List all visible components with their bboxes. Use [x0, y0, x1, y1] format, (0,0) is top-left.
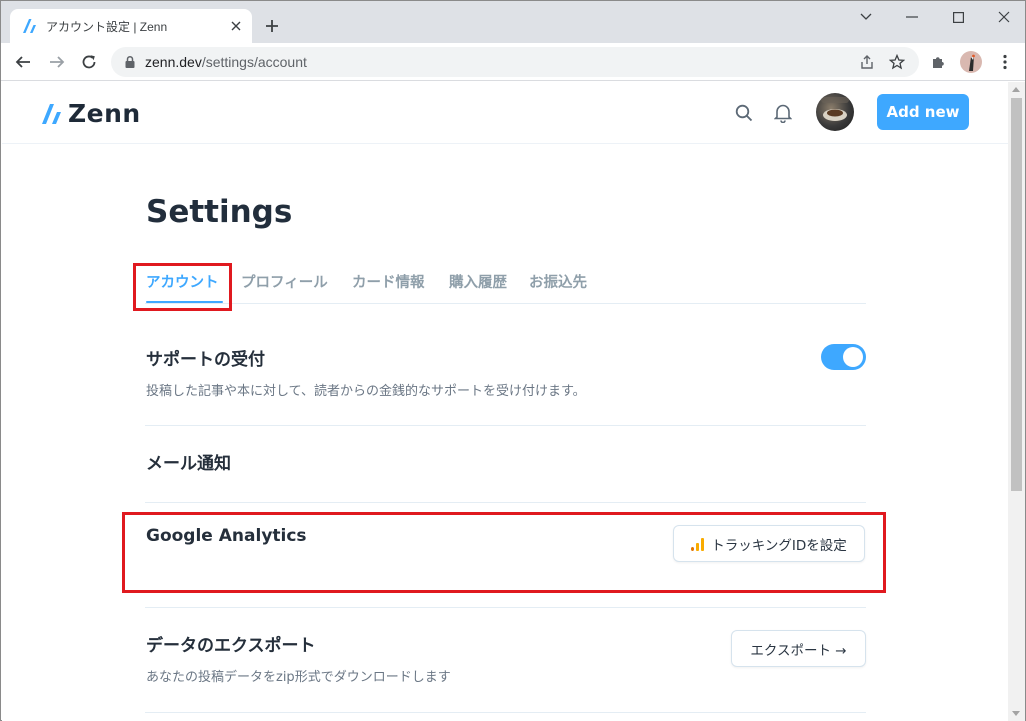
add-new-button[interactable]: Add new [877, 94, 969, 130]
address-bar[interactable]: zenn.dev/settings/account [111, 47, 919, 77]
divider [145, 607, 866, 608]
data-export-description: あなたの投稿データをzip形式でダウンロードします [146, 670, 451, 685]
reload-icon[interactable] [75, 48, 103, 76]
mail-notification-heading: メール通知 [146, 454, 231, 474]
highlight-box-account-tab [133, 263, 232, 311]
browser-tab[interactable]: アカウント設定 | Zenn [10, 9, 252, 43]
url-path: /settings/account [201, 54, 307, 70]
toggle-knob [843, 347, 863, 367]
browser-toolbar: zenn.dev/settings/account [1, 43, 1025, 81]
scroll-up-arrow-icon[interactable] [1012, 87, 1020, 92]
zenn-logo[interactable]: Zenn [42, 99, 141, 128]
tab-search-chevron-down-icon[interactable] [843, 1, 889, 33]
forward-arrow-icon[interactable] [43, 48, 71, 76]
url-text: zenn.dev/settings/account [145, 54, 307, 70]
tab-strip: アカウント設定 | Zenn [1, 1, 1025, 43]
support-toggle[interactable] [821, 344, 866, 370]
export-button[interactable]: エクスポート → [731, 630, 866, 667]
settings-tabs: アカウント プロフィール カード情報 購入履歴 お振込先 [145, 268, 866, 304]
page-scrollbar[interactable] [1008, 82, 1025, 721]
divider [145, 712, 866, 713]
share-icon[interactable] [857, 52, 877, 72]
tab-payout-account[interactable]: お振込先 [529, 271, 587, 292]
support-heading: サポートの受付 [146, 350, 265, 370]
notification-bell-icon[interactable] [771, 101, 795, 125]
tab-purchase-history[interactable]: 購入履歴 [449, 271, 507, 292]
maximize-button[interactable] [935, 1, 981, 33]
user-avatar[interactable] [816, 93, 854, 131]
scroll-thumb[interactable] [1011, 98, 1022, 491]
url-host: zenn.dev [145, 54, 202, 70]
browser-menu-icon[interactable] [993, 50, 1017, 74]
tab-profile[interactable]: プロフィール [241, 271, 328, 292]
site-header: Zenn Add new [2, 82, 1008, 144]
bookmark-star-icon[interactable] [887, 52, 907, 72]
lock-icon [125, 55, 135, 68]
minimize-button[interactable] [889, 1, 935, 33]
extensions-puzzle-icon[interactable] [927, 50, 951, 74]
highlight-box-google-analytics [122, 512, 886, 593]
tab-close-icon[interactable] [226, 16, 246, 36]
search-icon[interactable] [732, 101, 756, 125]
data-export-heading: データのエクスポート [146, 636, 316, 656]
scroll-down-arrow-icon[interactable] [1012, 711, 1020, 716]
divider [145, 425, 866, 426]
page-viewport: Zenn Add new Settings アカウント プロフィール カード情報… [2, 82, 1008, 721]
logo-text: Zenn [68, 99, 141, 128]
profile-avatar-image [960, 51, 982, 73]
window-close-button[interactable] [981, 1, 1026, 33]
zenn-logo-icon [42, 103, 61, 124]
new-tab-button[interactable] [259, 13, 285, 39]
back-arrow-icon[interactable] [9, 48, 37, 76]
divider [145, 502, 866, 503]
browser-window: アカウント設定 | Zenn zenn.dev/settings/account… [0, 0, 1026, 721]
profile-avatar[interactable] [959, 50, 983, 74]
page-title: Settings [146, 194, 293, 230]
zenn-favicon-icon [23, 19, 36, 33]
tab-card-info[interactable]: カード情報 [352, 271, 425, 292]
support-description: 投稿した記事や本に対して、読者からの金銭的なサポートを受け付けます。 [146, 384, 586, 399]
tab-title: アカウント設定 | Zenn [46, 19, 168, 34]
